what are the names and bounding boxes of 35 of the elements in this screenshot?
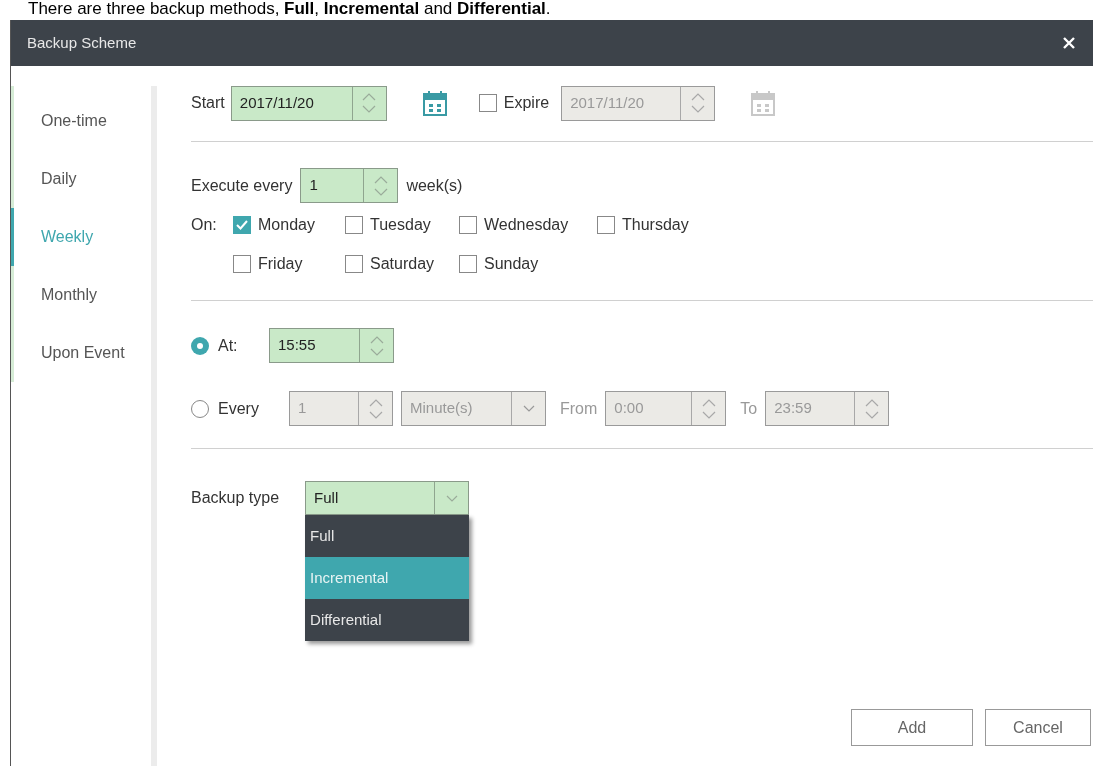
checkmark-icon bbox=[236, 220, 248, 230]
checkbox[interactable]: Expire bbox=[478, 91, 550, 115]
checkbox[interactable]: Thursday bbox=[597, 213, 707, 237]
sidebar-tab[interactable]: One-time bbox=[11, 92, 151, 150]
start-label: Start bbox=[191, 93, 225, 113]
checkbox[interactable]: Sunday bbox=[459, 252, 597, 276]
from-label: From bbox=[560, 398, 598, 419]
execute-label: Execute every bbox=[191, 175, 293, 196]
caret-icon bbox=[522, 405, 535, 412]
dialog-button[interactable]: Add bbox=[851, 709, 973, 746]
number-field[interactable]: 1 bbox=[300, 168, 399, 203]
backup-type-label: Backup type bbox=[191, 488, 280, 508]
time-field[interactable]: 15:55 bbox=[269, 328, 394, 363]
calendar-icon[interactable] bbox=[751, 90, 776, 116]
checkbox[interactable]: Friday bbox=[233, 252, 345, 276]
dialog-button[interactable]: Cancel bbox=[985, 709, 1091, 746]
checkbox[interactable]: Wednesday bbox=[459, 213, 597, 237]
checkbox[interactable]: Tuesday bbox=[345, 213, 459, 237]
unit-label: week(s) bbox=[406, 175, 463, 196]
date-field[interactable]: 2017/11/20 bbox=[230, 85, 387, 121]
sidebar-tab[interactable]: Daily bbox=[11, 150, 151, 208]
dropdown-option[interactable]: Full bbox=[305, 515, 470, 557]
radio-button[interactable]: At: bbox=[191, 333, 269, 358]
sidebar-tab[interactable]: Upon Event bbox=[11, 324, 151, 382]
to-label: To bbox=[740, 398, 758, 419]
sidebar-tab[interactable]: Monthly bbox=[11, 266, 151, 324]
on-label: On: bbox=[191, 216, 217, 233]
window-title: Backup Scheme bbox=[27, 32, 137, 53]
dropdown-option[interactable]: Differential bbox=[305, 599, 470, 641]
radio-button[interactable]: Every bbox=[191, 396, 269, 421]
checkbox[interactable]: Saturday bbox=[345, 252, 459, 276]
checkbox[interactable]: Monday bbox=[233, 213, 345, 237]
caption: There are three backup methods, Full, Incremental and Differential. bbox=[27, 0, 552, 20]
caret-icon bbox=[445, 494, 458, 502]
calendar-icon[interactable] bbox=[422, 90, 447, 116]
